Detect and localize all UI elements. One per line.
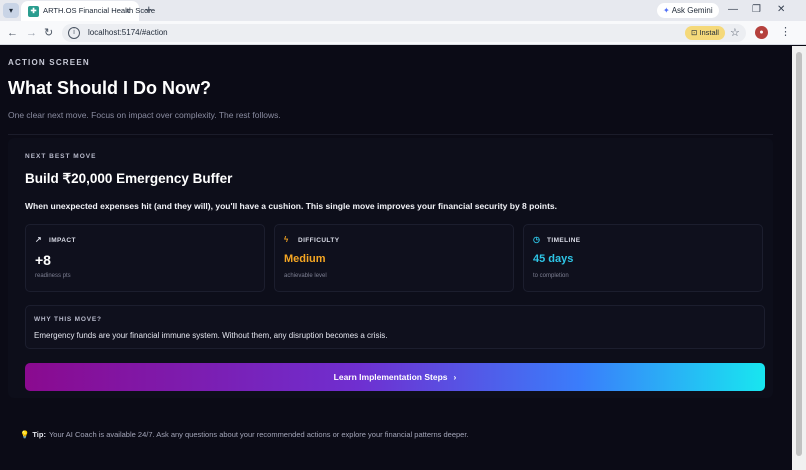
app-favicon-icon: ✚ bbox=[28, 6, 39, 17]
ask-gemini-button[interactable]: ✦ Ask Gemini bbox=[657, 3, 719, 18]
screen-eyebrow: ACTION SCREEN bbox=[8, 58, 90, 67]
minimize-button[interactable]: — bbox=[728, 2, 738, 18]
lightbulb-icon: 💡 bbox=[20, 430, 30, 439]
trend-up-icon: ↗ bbox=[35, 235, 43, 244]
metric-timeline-value: 45 days bbox=[533, 253, 574, 265]
new-tab-button[interactable]: + bbox=[145, 2, 153, 18]
install-label: Install bbox=[699, 28, 719, 37]
metric-impact-card: ↗ IMPACT +8 readiness pts bbox=[25, 224, 265, 292]
why-text: Emergency funds are your financial immun… bbox=[34, 331, 388, 340]
metric-timeline-label-row: ◷ TIMELINE bbox=[533, 235, 581, 244]
page-subtitle: One clear next move. Focus on impact ove… bbox=[8, 110, 281, 120]
page-title: What Should I Do Now? bbox=[8, 78, 211, 98]
metric-timeline-card: ◷ TIMELINE 45 days to completion bbox=[523, 224, 763, 292]
metric-difficulty-sub: achievable level bbox=[284, 273, 327, 279]
metric-difficulty-label: DIFFICULTY bbox=[298, 237, 340, 244]
chevron-right-icon: › bbox=[453, 372, 457, 382]
browser-tabstrip: ▾ ✚ ARTH.OS Financial Health Score × + ✦… bbox=[0, 0, 806, 21]
next-move-card: NEXT BEST MOVE Build ₹20,000 Emergency B… bbox=[8, 138, 773, 398]
metric-impact-label-row: ↗ IMPACT bbox=[35, 235, 76, 244]
tip-label: Tip: bbox=[32, 430, 46, 439]
scrollbar-thumb[interactable] bbox=[796, 52, 802, 456]
clock-icon: ◷ bbox=[533, 235, 541, 244]
metric-difficulty-label-row: ϟ DIFFICULTY bbox=[284, 235, 339, 244]
url-text[interactable]: localhost:5174/#action bbox=[88, 28, 168, 37]
learn-implementation-steps-button[interactable]: Learn Implementation Steps › bbox=[25, 363, 765, 391]
ask-gemini-label: Ask Gemini bbox=[671, 6, 713, 15]
metric-impact-value: +8 bbox=[35, 252, 51, 268]
browser-toolbar: ← → ↻ i localhost:5174/#action ⊡ Install… bbox=[0, 21, 806, 45]
install-button[interactable]: ⊡ Install bbox=[685, 26, 725, 40]
profile-avatar[interactable]: ● bbox=[755, 26, 768, 39]
tab-search-button[interactable]: ▾ bbox=[3, 3, 19, 18]
metric-difficulty-card: ϟ DIFFICULTY Medium achievable level bbox=[274, 224, 514, 292]
next-move-label: NEXT BEST MOVE bbox=[25, 153, 97, 160]
browser-menu-icon[interactable]: ⋮ bbox=[780, 24, 791, 40]
lightning-icon: ϟ bbox=[284, 235, 289, 244]
tab-close-button[interactable]: × bbox=[125, 5, 130, 17]
sparkle-icon: ✦ bbox=[663, 6, 670, 15]
back-button[interactable]: ← bbox=[7, 25, 18, 41]
site-info-icon[interactable]: i bbox=[68, 27, 80, 39]
coach-tip: 💡 Tip: Your AI Coach is available 24/7. As… bbox=[20, 430, 469, 439]
cta-label: Learn Implementation Steps bbox=[333, 372, 448, 382]
metric-timeline-sub: to completion bbox=[533, 273, 569, 279]
bookmark-star-icon[interactable]: ☆ bbox=[730, 25, 740, 41]
page-scrollbar[interactable] bbox=[792, 46, 806, 470]
next-move-title: Build ₹20,000 Emergency Buffer bbox=[25, 171, 233, 186]
why-this-move-box: WHY THIS MOVE? Emergency funds are your … bbox=[25, 305, 765, 349]
tip-text: Your AI Coach is available 24/7. Ask any… bbox=[48, 430, 469, 439]
maximize-button[interactable]: ❐ bbox=[752, 2, 761, 18]
reload-button[interactable]: ↻ bbox=[44, 25, 53, 41]
why-label: WHY THIS MOVE? bbox=[34, 316, 102, 323]
metric-timeline-label: TIMELINE bbox=[547, 237, 581, 244]
address-bar[interactable]: i localhost:5174/#action ⊡ Install ☆ bbox=[62, 24, 746, 42]
tab-title: ARTH.OS Financial Health Score bbox=[43, 6, 156, 15]
metric-difficulty-value: Medium bbox=[284, 253, 326, 265]
metric-impact-sub: readiness pts bbox=[35, 273, 71, 279]
page-content: ACTION SCREEN What Should I Do Now? One … bbox=[0, 46, 792, 470]
metric-impact-label: IMPACT bbox=[49, 237, 76, 244]
header-divider bbox=[8, 134, 773, 135]
next-move-description: When unexpected expenses hit (and they w… bbox=[25, 201, 557, 211]
forward-button[interactable]: → bbox=[26, 25, 37, 41]
close-window-button[interactable]: ✕ bbox=[777, 2, 785, 18]
browser-tab[interactable]: ✚ ARTH.OS Financial Health Score × bbox=[21, 1, 155, 21]
